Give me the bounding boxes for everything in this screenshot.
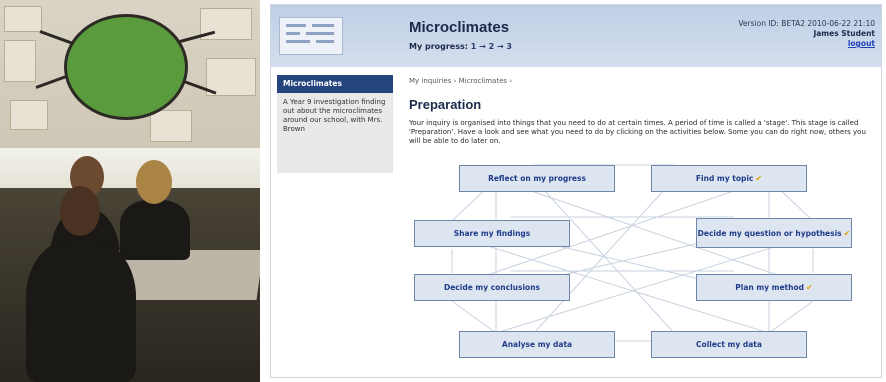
activity-label: Collect my data xyxy=(696,340,762,349)
progress-label: My progress: xyxy=(409,42,468,51)
progress-steps[interactable]: 1 → 2 → 3 xyxy=(471,42,512,51)
activity-label: Plan my method xyxy=(735,283,805,292)
app-window: Microclimates My progress: 1 → 2 → 3 Ver… xyxy=(270,4,882,378)
student-figure xyxy=(26,240,136,382)
app-title: Microclimates xyxy=(409,19,510,36)
tick-icon: ✔ xyxy=(755,174,763,183)
student-head xyxy=(136,160,172,204)
site-logo[interactable] xyxy=(279,17,343,55)
breadcrumb-separator: › xyxy=(507,77,513,85)
activity-diagram: Reflect on my progress Find my topic ✔ Sh… xyxy=(401,155,871,365)
activity-label: Analyse my data xyxy=(501,340,573,349)
activity-analyse-my-data[interactable]: Analyse my data xyxy=(459,331,615,358)
student-head xyxy=(60,186,100,236)
student-figure xyxy=(120,200,190,260)
logout-link[interactable]: logout xyxy=(848,39,875,48)
activity-label: Decide my question or hypothesis ✔ xyxy=(697,228,851,238)
activity-label: Find my topic xyxy=(695,174,754,183)
intro-text: Your inquiry is organised into things th… xyxy=(409,119,866,145)
activity-label: Reflect on my progress xyxy=(488,174,586,183)
progress-indicator: My progress: 1 → 2 → 3 xyxy=(409,42,512,51)
activity-decide-my-question[interactable]: Decide my question or hypothesis ✔ xyxy=(696,218,852,248)
activity-share-my-findings[interactable]: Share my findings xyxy=(414,220,570,247)
wall-poster xyxy=(4,6,42,32)
tick-icon: ✔ xyxy=(843,228,851,238)
app-header: Microclimates My progress: 1 → 2 → 3 Ver… xyxy=(271,5,881,67)
sidebar-description: A Year 9 investigation finding out about… xyxy=(283,98,386,133)
activity-label: Share my findings xyxy=(453,229,531,238)
activity-collect-my-data[interactable]: Collect my data xyxy=(651,331,807,358)
breadcrumb-separator: › xyxy=(451,77,459,85)
wall-poster xyxy=(4,40,36,82)
sidebar: Microclimates A Year 9 investigation fin… xyxy=(277,75,393,173)
breadcrumb-microclimates[interactable]: Microclimates xyxy=(459,77,507,85)
version-id: Version ID: BETA2 2010-06-22 21:10 xyxy=(738,19,875,28)
classroom-window xyxy=(0,148,260,188)
wall-poster xyxy=(10,100,48,130)
classroom-photo xyxy=(0,0,260,382)
tick-icon: ✔ xyxy=(806,283,813,292)
sidebar-title[interactable]: Microclimates xyxy=(277,75,393,93)
concept-board xyxy=(64,14,188,120)
breadcrumb: My inquiries › Microclimates › xyxy=(409,77,512,85)
wall-poster xyxy=(150,110,192,142)
activity-plan-my-method[interactable]: Plan my method ✔ xyxy=(696,274,852,301)
activity-find-my-topic[interactable]: Find my topic ✔ xyxy=(651,165,807,192)
breadcrumb-my-inquiries[interactable]: My inquiries xyxy=(409,77,451,85)
activity-reflect-on-my-progress[interactable]: Reflect on my progress xyxy=(459,165,615,192)
page-title: Preparation xyxy=(409,97,482,112)
activity-decide-my-conclusions[interactable]: Decide my conclusions xyxy=(414,274,570,301)
user-name: James Student xyxy=(813,29,875,38)
activity-label: Decide my conclusions xyxy=(444,283,540,292)
